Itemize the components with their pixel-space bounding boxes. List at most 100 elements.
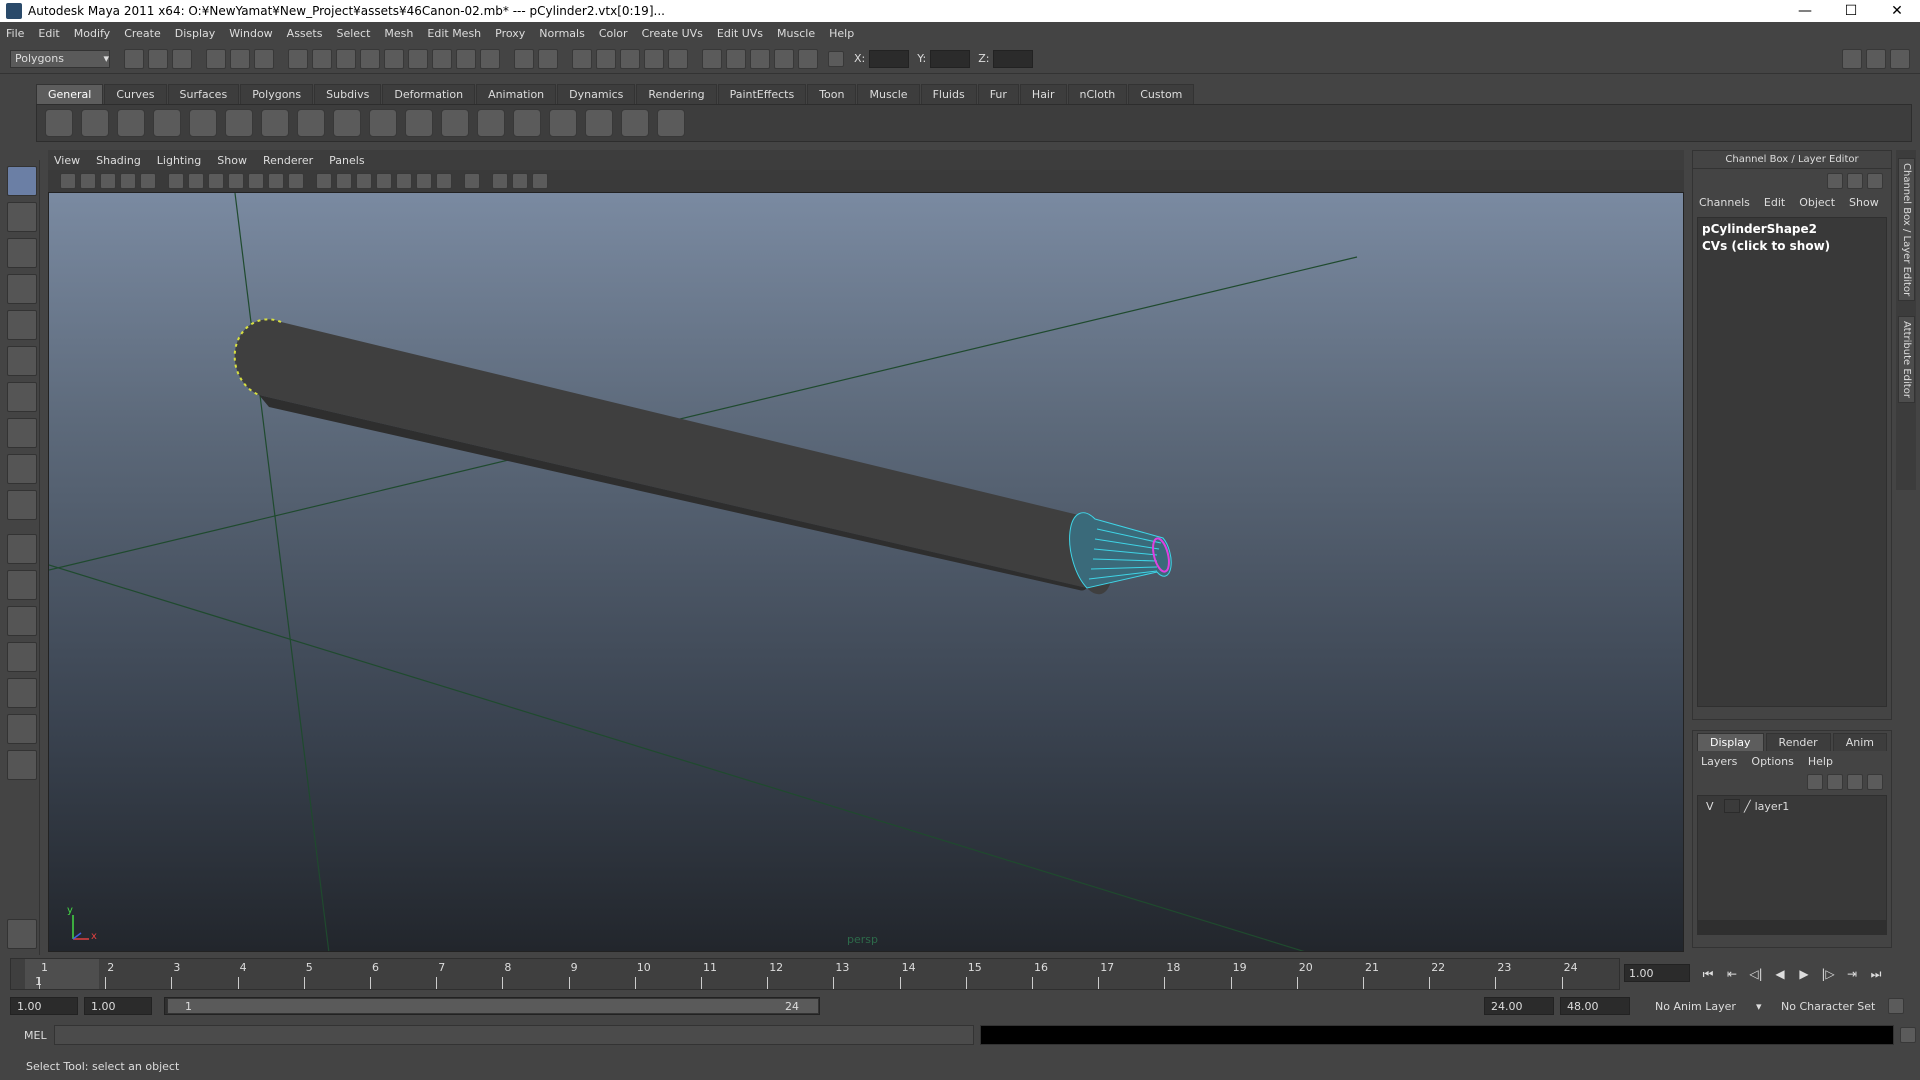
- image-plane-icon[interactable]: [120, 173, 136, 189]
- x-field[interactable]: [869, 49, 910, 68]
- save-scene-icon[interactable]: [172, 48, 192, 69]
- shelf-tab-animation[interactable]: Animation: [476, 84, 557, 104]
- gear-red-icon[interactable]: [117, 109, 145, 137]
- manipulator-tool-icon[interactable]: [6, 382, 37, 412]
- lasso-tool-icon[interactable]: [6, 202, 37, 232]
- new-scene-icon[interactable]: [124, 48, 144, 69]
- channel-box-icon[interactable]: [1827, 173, 1843, 189]
- hypergraph-icon[interactable]: [585, 109, 613, 137]
- animation-end-field[interactable]: 48.00: [1560, 997, 1630, 1015]
- menu-muscle[interactable]: Muscle: [777, 27, 815, 40]
- text-icon[interactable]: [288, 173, 304, 189]
- range-slider[interactable]: 1 24: [164, 997, 820, 1015]
- layer-type-toggle[interactable]: [1724, 799, 1740, 813]
- default-light-icon[interactable]: [396, 173, 412, 189]
- menu-normals[interactable]: Normals: [539, 27, 585, 40]
- isolate-select-icon[interactable]: [492, 173, 508, 189]
- wireframe-on-shaded-icon[interactable]: [356, 173, 372, 189]
- magnet-icon[interactable]: [261, 109, 289, 137]
- channel-menu-edit[interactable]: Edit: [1764, 196, 1785, 209]
- menu-window[interactable]: Window: [229, 27, 272, 40]
- ik-handle-icon[interactable]: [405, 109, 433, 137]
- layout-outliner-icon[interactable]: [774, 48, 794, 69]
- lock-icon[interactable]: [514, 48, 534, 69]
- history-icon[interactable]: [432, 48, 452, 69]
- shelf-tab-curves[interactable]: Curves: [104, 84, 167, 104]
- menu-select[interactable]: Select: [336, 27, 370, 40]
- snap-point-icon[interactable]: [360, 48, 380, 69]
- layer-editor-icon[interactable]: [1847, 173, 1863, 189]
- close-button[interactable]: ✕: [1874, 0, 1920, 22]
- command-input[interactable]: [54, 1025, 974, 1045]
- layout-persp-outliner-icon[interactable]: [6, 606, 37, 636]
- shelf-tab-painteffects[interactable]: PaintEffects: [717, 84, 807, 104]
- script-editor-icon[interactable]: [1900, 1027, 1916, 1043]
- layout-more-icon[interactable]: [6, 750, 37, 780]
- step-forward-frame-icon[interactable]: |▷: [1816, 964, 1840, 984]
- move-tool-icon[interactable]: [6, 274, 37, 304]
- layer-name[interactable]: layer1: [1755, 800, 1790, 813]
- high-quality-icon[interactable]: [532, 173, 548, 189]
- viewport-menu-shading[interactable]: Shading: [96, 154, 141, 167]
- snap-plane-icon[interactable]: [384, 48, 404, 69]
- layout-four-icon[interactable]: [750, 48, 770, 69]
- layout-hypershade-icon[interactable]: [6, 678, 37, 708]
- shelf-tab-custom[interactable]: Custom: [1128, 84, 1195, 104]
- new-layer-selected-icon[interactable]: [1867, 774, 1883, 790]
- layout-single-icon[interactable]: [726, 48, 746, 69]
- mode-selector[interactable]: Polygons ▾: [10, 49, 110, 68]
- construction-icon[interactable]: [456, 48, 476, 69]
- xray-icon[interactable]: [464, 173, 480, 189]
- snap-surface-icon[interactable]: [408, 48, 428, 69]
- shelf-tab-deformation[interactable]: Deformation: [382, 84, 476, 104]
- ipr-render-icon[interactable]: [596, 48, 616, 69]
- mel-label[interactable]: MEL: [24, 1029, 54, 1042]
- range-slider-handle[interactable]: [167, 998, 819, 1014]
- character-set-dropdown[interactable]: No Character Set: [1774, 997, 1882, 1015]
- channel-menu-object[interactable]: Object: [1799, 196, 1835, 209]
- menu-mesh[interactable]: Mesh: [384, 27, 413, 40]
- side-tab-channel-box[interactable]: Channel Box / Layer Editor: [1898, 158, 1915, 302]
- brush-icon[interactable]: [153, 109, 181, 137]
- menu-assets[interactable]: Assets: [287, 27, 323, 40]
- layer-row[interactable]: V ╱ layer1: [1698, 796, 1886, 816]
- go-to-end-icon[interactable]: ⏭: [1864, 964, 1888, 984]
- question-icon[interactable]: [81, 109, 109, 137]
- shelf-tab-polygons[interactable]: Polygons: [240, 84, 314, 104]
- side-tab-attribute-editor[interactable]: Attribute Editor: [1898, 316, 1915, 403]
- cube-icon[interactable]: [621, 109, 649, 137]
- channel-menu-show[interactable]: Show: [1849, 196, 1879, 209]
- shelf-tab-toon[interactable]: Toon: [807, 84, 857, 104]
- select-object-icon[interactable]: [230, 48, 250, 69]
- shelf-tab-rendering[interactable]: Rendering: [636, 84, 717, 104]
- scale-tool-icon[interactable]: [6, 346, 37, 376]
- snap-grid-icon[interactable]: [312, 48, 332, 69]
- viewport-menu-lighting[interactable]: Lighting: [157, 154, 201, 167]
- highlight-icon[interactable]: [538, 48, 558, 69]
- soft-mod-tool-icon[interactable]: [6, 418, 37, 448]
- menu-help[interactable]: Help: [829, 27, 854, 40]
- play-backwards-icon[interactable]: ◀: [1768, 964, 1792, 984]
- viewport-persp[interactable]: y x persp: [48, 192, 1684, 952]
- menu-display[interactable]: Display: [175, 27, 216, 40]
- rotate-tool-icon[interactable]: [6, 310, 37, 340]
- layer-tab-anim[interactable]: Anim: [1832, 733, 1887, 751]
- viewport-menu-renderer[interactable]: Renderer: [263, 154, 313, 167]
- menu-create[interactable]: Create: [124, 27, 161, 40]
- snap-curve-icon[interactable]: [336, 48, 356, 69]
- camera-select-icon[interactable]: [60, 173, 76, 189]
- layout-graph-icon[interactable]: [798, 48, 818, 69]
- green-arrow-icon[interactable]: [297, 109, 325, 137]
- layer-menu-options[interactable]: Options: [1751, 755, 1793, 768]
- layer-scrollbar[interactable]: [1698, 920, 1886, 934]
- menu-edit-uvs[interactable]: Edit UVs: [717, 27, 763, 40]
- graph-editor-icon[interactable]: [513, 109, 541, 137]
- skeleton-icon[interactable]: [441, 109, 469, 137]
- shelf-tab-hair[interactable]: Hair: [1019, 84, 1067, 104]
- layer-visibility-toggle[interactable]: V: [1706, 800, 1720, 813]
- animation-start-field[interactable]: 1.00: [10, 997, 78, 1015]
- step-back-frame-icon[interactable]: ◁|: [1744, 964, 1768, 984]
- safe-title-icon[interactable]: [268, 173, 284, 189]
- shelf-tab-general[interactable]: General: [36, 84, 104, 104]
- joint-icon[interactable]: [369, 109, 397, 137]
